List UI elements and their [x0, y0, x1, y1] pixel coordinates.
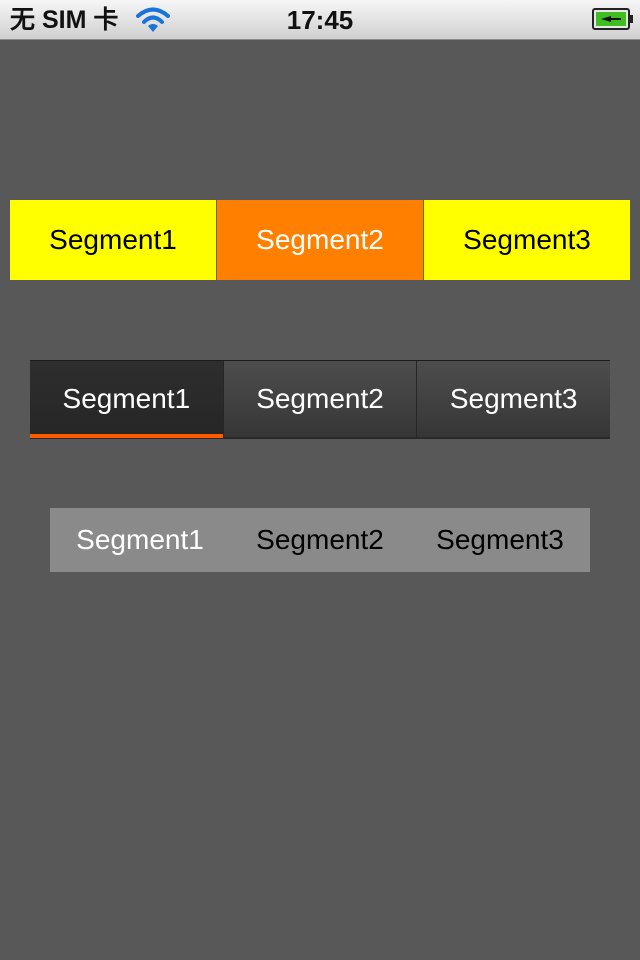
plain-segment-3[interactable]: Segment3: [410, 508, 590, 572]
plain-segmented-control: Segment1 Segment2 Segment3: [50, 508, 590, 572]
colored-segment-1[interactable]: Segment1: [10, 200, 216, 280]
dark-segmented-control: Segment1 Segment2 Segment3: [30, 360, 610, 439]
status-time: 17:45: [286, 5, 354, 35]
status-bar: 无 SIM 卡 17:45: [0, 0, 640, 40]
dark-segment-2[interactable]: Segment2: [222, 361, 417, 437]
plain-segment-1[interactable]: Segment1: [50, 508, 230, 572]
battery-charging-icon: [592, 8, 633, 30]
colored-segmented-control: Segment1 Segment2 Segment3: [10, 200, 630, 280]
colored-segment-2[interactable]: Segment2: [216, 200, 423, 280]
plain-segment-2[interactable]: Segment2: [230, 508, 410, 572]
dark-segment-1[interactable]: Segment1: [30, 361, 223, 438]
colored-segment-3[interactable]: Segment3: [423, 200, 630, 280]
dark-segment-3[interactable]: Segment3: [416, 361, 610, 437]
